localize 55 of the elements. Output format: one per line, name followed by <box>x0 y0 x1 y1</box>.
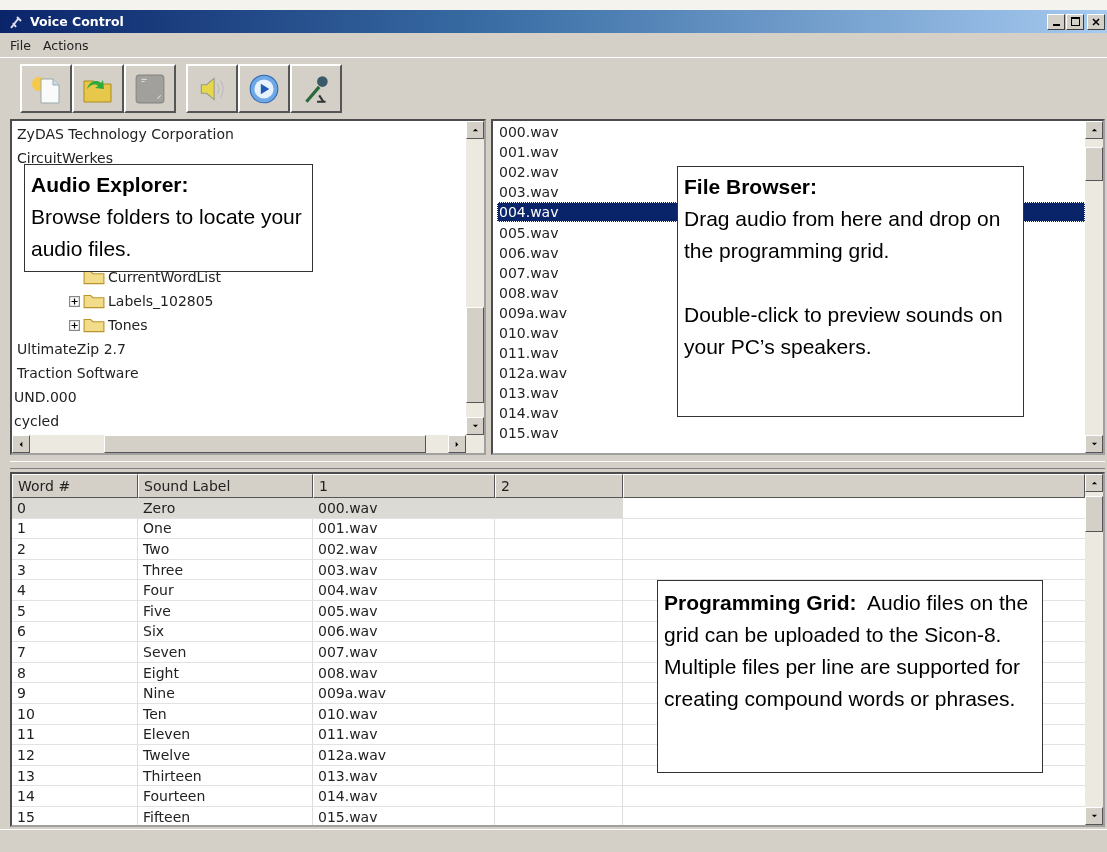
table-cell-text: Five <box>142 601 172 621</box>
table-cell-text: 15 <box>16 807 36 825</box>
table-cell-text: 000.wav <box>317 498 379 518</box>
table-cell-text: 008.wav <box>317 663 379 683</box>
window-title: Voice Control <box>30 14 125 29</box>
table-cell-text: 3 <box>16 560 27 580</box>
callout-text: Double-click to preview sounds on your PC’s speakers. <box>684 302 1004 360</box>
table-cell-text: 1 <box>16 519 27 539</box>
table-cell-text: One <box>142 519 173 539</box>
table-cell-text: Four <box>142 581 175 600</box>
table-cell-text: 004.wav <box>317 581 379 600</box>
table-cell-text: 4 <box>16 581 27 600</box>
table-cell-text: Six <box>142 622 166 642</box>
table-cell-text: 006.wav <box>317 622 379 642</box>
table-cell-text: Zero <box>142 498 177 518</box>
callout-text: Drag audio from here and drop on the programming grid. <box>684 206 1002 264</box>
table-cell-text: 011.wav <box>317 725 379 745</box>
table-cell-text: Fifteen <box>142 807 192 825</box>
table-cell-text: Eleven <box>142 725 192 745</box>
table-cell-text: 7 <box>16 642 27 662</box>
table-cell-text: 009a.wav <box>317 684 388 703</box>
table-cell-text: Seven <box>142 642 188 662</box>
table-cell-text: 2 <box>16 540 27 559</box>
table-cell-text: 10 <box>16 704 36 724</box>
table-cell-text: 010.wav <box>317 704 379 724</box>
table-cell-text: Nine <box>142 684 176 703</box>
table-cell-text: 13 <box>16 766 36 786</box>
table-cell-text: Two <box>142 540 171 559</box>
callout-text: Programming Grid: Audio files on the grid can be uploaded to the Sicon-8. Multiple files per line are supported for creating compound words or phrases. <box>664 590 1030 712</box>
callout-text: Browse folders to locate your audio files. <box>31 204 303 262</box>
table-cell-text: 003.wav <box>317 560 379 580</box>
table-cell-text: Thirteen <box>142 766 203 786</box>
table-cell-text: Twelve <box>142 745 192 765</box>
callout-heading: Audio Explorer: <box>31 172 190 198</box>
table-cell-text: Eight <box>142 663 180 683</box>
table-cell-text: Fourteen <box>142 787 207 806</box>
table-cell-text: 8 <box>16 663 27 683</box>
table-cell-text: 015.wav <box>317 807 379 825</box>
table-cell-text: 5 <box>16 601 27 621</box>
table-cell-text: 013.wav <box>317 766 379 786</box>
table-cell-text: 11 <box>16 725 36 745</box>
table-cell-text: Three <box>142 560 185 580</box>
table-cell-text: 6 <box>16 622 27 642</box>
table-cell-text: 005.wav <box>317 601 379 621</box>
table-cell-text: 9 <box>16 684 27 703</box>
table-cell-text: 002.wav <box>317 540 379 559</box>
table-cell-text: 012a.wav <box>317 745 388 765</box>
table-cell-text: 12 <box>16 745 36 765</box>
table-cell-text: 014.wav <box>317 787 379 806</box>
table-cell-text: 14 <box>16 787 36 806</box>
table-cell-text: 0 <box>16 498 27 518</box>
table-cell-text: 007.wav <box>317 642 379 662</box>
table-cell-text: 001.wav <box>317 519 379 539</box>
callout-heading: File Browser: <box>684 174 819 200</box>
table-cell-text: Ten <box>142 704 168 724</box>
